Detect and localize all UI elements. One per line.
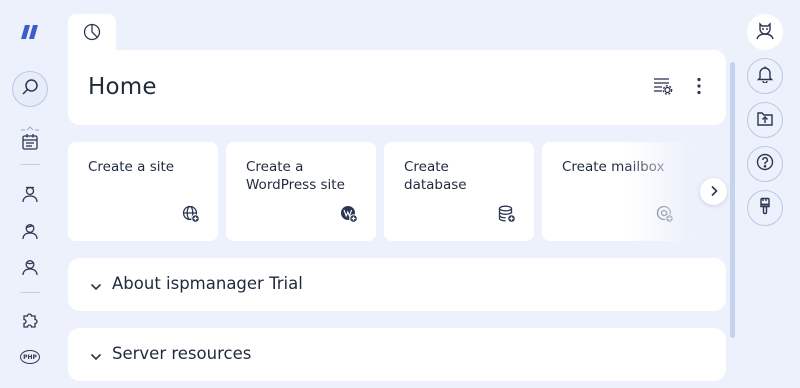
customization-button[interactable] (747, 190, 783, 226)
search-button[interactable] (12, 71, 48, 107)
help-icon (756, 153, 774, 175)
php-icon-label: PHP (23, 353, 37, 361)
section-title: About ispmanager Trial (112, 274, 303, 293)
sidebar-item-administrators[interactable] (18, 221, 42, 245)
chevron-down-icon (90, 278, 102, 291)
sidebar-divider (20, 164, 40, 165)
dashboard-settings-button[interactable] (652, 77, 674, 99)
sidebar-divider (20, 292, 40, 293)
chevron-down-icon (90, 348, 102, 361)
help-button[interactable] (747, 146, 783, 182)
notifications-button[interactable] (747, 58, 783, 94)
create-site-card[interactable]: Create a site (68, 142, 218, 241)
create-mailbox-card[interactable]: Create mailbox (542, 142, 692, 241)
user-reseller-icon (21, 258, 39, 280)
dashboard-icon (83, 23, 101, 45)
user-admin-icon (21, 222, 39, 244)
php-icon: PHP (20, 350, 40, 364)
create-wordpress-site-card[interactable]: Create a WordPress site (226, 142, 376, 241)
page-header: Home (68, 50, 726, 125)
create-database-card[interactable]: Create database (384, 142, 534, 241)
more-options-button[interactable] (688, 77, 710, 99)
more-vertical-icon (696, 77, 702, 99)
section-server-resources[interactable]: Server resources (68, 328, 726, 381)
list-settings-icon (653, 77, 673, 99)
puzzle-icon (21, 311, 39, 333)
brush-icon (756, 197, 774, 219)
calendar-icon (21, 133, 39, 155)
cards-next-button[interactable] (700, 178, 727, 205)
user-menu-button[interactable] (747, 14, 783, 50)
card-label: Create a site (88, 159, 175, 175)
sidebar-item-php[interactable]: PHP (18, 345, 42, 369)
chevron-right-icon (709, 182, 719, 201)
page-title: Home (88, 74, 157, 100)
sidebar-item-extensions[interactable] (18, 310, 42, 334)
main-scrollbar[interactable] (730, 62, 735, 338)
section-about-trial[interactable]: About ispmanager Trial (68, 258, 726, 311)
database-plus-icon (498, 205, 516, 223)
section-title: Server resources (112, 344, 252, 363)
wordpress-plus-icon (340, 205, 358, 223)
globe-plus-icon (182, 205, 200, 223)
search-icon (21, 78, 39, 100)
tab-dashboard[interactable] (68, 14, 116, 54)
card-overflow-fade (622, 142, 692, 241)
sidebar-item-users[interactable] (18, 184, 42, 208)
file-upload-icon (756, 109, 774, 131)
bell-icon (756, 65, 774, 87)
app-logo[interactable] (21, 24, 39, 39)
user-icon (21, 185, 39, 207)
file-upload-button[interactable] (747, 102, 783, 138)
sidebar-item-scheduler[interactable] (18, 132, 42, 156)
card-label: Create a WordPress site (246, 159, 345, 193)
card-label: Create database (404, 159, 467, 193)
sidebar-item-resellers[interactable] (18, 257, 42, 281)
sidebar-scroll-up-indicator[interactable] (21, 117, 39, 131)
user-avatar-icon (755, 20, 775, 44)
